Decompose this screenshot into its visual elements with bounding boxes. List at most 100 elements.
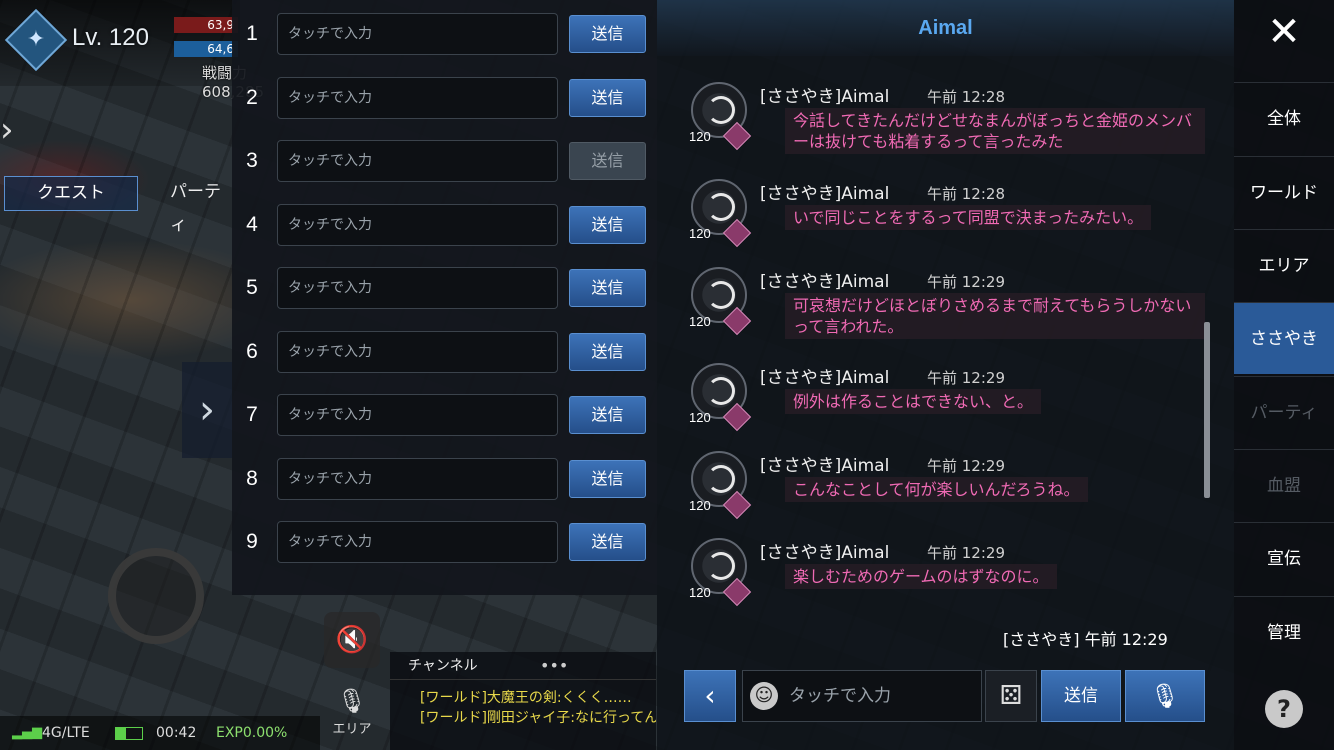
channel-whisper[interactable]: ささやき bbox=[1234, 302, 1334, 374]
message-time: 午前 12:29 bbox=[927, 544, 1005, 562]
message-text: 可哀想だけどほとぼりさめるまで耐えてもらうしかないって言われた。 bbox=[785, 293, 1205, 339]
signal-icon: ▂▄▆ bbox=[12, 725, 42, 740]
macro-row: 8 タッチで入力 送信 bbox=[232, 458, 657, 500]
mini-chat-header: チャンネル bbox=[390, 652, 656, 680]
message-time: 午前 12:28 bbox=[927, 185, 1005, 203]
microphone-icon: 🎙 bbox=[336, 687, 368, 715]
class-emblem-icon bbox=[707, 96, 735, 124]
macro-input[interactable]: タッチで入力 bbox=[277, 394, 558, 436]
macro-row: 6 タッチで入力 送信 bbox=[232, 331, 657, 373]
mini-chat-menu[interactable]: ••• bbox=[540, 652, 568, 680]
mini-chat[interactable]: チャンネル ••• [ワールド]大魔王の剣:くくく…… [ワールド]剛田ジャイ子… bbox=[390, 652, 656, 750]
hp-value: 63,9 bbox=[207, 18, 234, 32]
macro-send-button[interactable]: 送信 bbox=[569, 206, 646, 244]
class-emblem-icon bbox=[707, 281, 735, 309]
clock: 00:42 bbox=[156, 725, 197, 741]
sender-name[interactable]: [ささやき]Aimal bbox=[760, 363, 889, 388]
help-icon[interactable]: ? bbox=[1265, 690, 1303, 728]
message-time: 午前 12:29 bbox=[927, 369, 1005, 387]
area-mic-label: エリア bbox=[332, 722, 372, 737]
hp-bar: 63,9 bbox=[174, 17, 238, 33]
macro-number: 7 bbox=[246, 403, 258, 426]
macro-number: 9 bbox=[246, 530, 258, 553]
chat-macro-panel: 1 タッチで入力 送信 2 タッチで入力 送信 3 タッチで入力 送信 4 タッ… bbox=[232, 0, 657, 595]
macro-send-button[interactable]: 送信 bbox=[569, 142, 646, 180]
macro-send-button[interactable]: 送信 bbox=[569, 333, 646, 371]
sender-name[interactable]: [ささやき]Aimal bbox=[760, 538, 889, 563]
battery-icon bbox=[115, 727, 143, 740]
mp-bar: 64,6 bbox=[174, 41, 238, 57]
macro-send-button[interactable]: 送信 bbox=[569, 15, 646, 53]
avatar-level: 120 bbox=[689, 410, 711, 425]
dice-icon[interactable]: ⚄ bbox=[985, 670, 1037, 722]
class-emblem-icon bbox=[707, 465, 735, 493]
message-time: 午前 12:29 bbox=[927, 273, 1005, 291]
player-level: Lv. 120 bbox=[72, 24, 149, 51]
back-button[interactable]: ‹ bbox=[684, 670, 736, 722]
tab-party[interactable]: パーティ bbox=[170, 176, 232, 235]
macro-send-button[interactable]: 送信 bbox=[569, 396, 646, 434]
macro-number: 2 bbox=[246, 86, 258, 109]
chat-message: 120 [ささやき]Aimal 午前 12:29 可哀想だけどほとぼりさめるまで… bbox=[687, 267, 1207, 347]
avatar-level: 120 bbox=[689, 129, 711, 144]
macro-input[interactable]: タッチで入力 bbox=[277, 331, 558, 373]
chat-message: 120 [ささやき]Aimal 午前 12:28 今話してきたんだけどせなまんが… bbox=[687, 82, 1207, 162]
player-status: ✦ Lv. 120 63,9 64,6 戦闘力 608,285 bbox=[0, 0, 264, 101]
sender-name[interactable]: [ささやき]Aimal bbox=[760, 82, 889, 107]
channel-area[interactable]: エリア bbox=[1234, 229, 1334, 301]
macro-input[interactable]: タッチで入力 bbox=[277, 13, 558, 55]
channel-party[interactable]: パーティ bbox=[1234, 376, 1334, 448]
chat-scrollbar[interactable] bbox=[1204, 322, 1210, 498]
send-button[interactable]: 送信 bbox=[1041, 670, 1121, 722]
channel-all[interactable]: 全体 bbox=[1234, 82, 1334, 154]
sender-name[interactable]: [ささやき]Aimal bbox=[760, 267, 889, 292]
guild-emblem-icon[interactable]: ✦ bbox=[4, 8, 68, 72]
avatar-level: 120 bbox=[689, 226, 711, 241]
message-text: 今話してきたんだけどせなまんがぼっちと金姫のメンバーは抜けても粘着するって言った… bbox=[785, 108, 1205, 154]
macro-input[interactable]: タッチで入力 bbox=[277, 267, 558, 309]
mute-icon[interactable]: 🔇 bbox=[324, 612, 380, 668]
channel-clan[interactable]: 血盟 bbox=[1234, 449, 1334, 521]
whisper-chat-window: Aimal 120 [ささやき]Aimal 午前 12:28 今話してきたんだけ… bbox=[657, 0, 1234, 750]
virtual-joystick[interactable] bbox=[108, 548, 204, 644]
chevron-right-icon[interactable]: › bbox=[0, 108, 28, 152]
message-time: 午前 12:29 bbox=[927, 457, 1005, 475]
macro-row: 1 タッチで入力 送信 bbox=[232, 13, 657, 55]
sender-name[interactable]: [ささやき]Aimal bbox=[760, 179, 889, 204]
message-text: 例外は作ることはできない、と。 bbox=[785, 389, 1042, 414]
area-mic-button[interactable]: 🎙 エリア bbox=[322, 684, 382, 744]
class-emblem-icon bbox=[707, 552, 735, 580]
macro-row: 7 タッチで入力 送信 bbox=[232, 394, 657, 436]
microphone-icon[interactable]: 🎙 bbox=[1125, 670, 1205, 722]
macro-input[interactable]: タッチで入力 bbox=[277, 204, 558, 246]
channel-menu: ✕ 全体 ワールド エリア ささやき パーティ 血盟 宣伝 管理 ? bbox=[1234, 0, 1334, 750]
macro-input[interactable]: タッチで入力 bbox=[277, 140, 558, 182]
channel-promo[interactable]: 宣伝 bbox=[1234, 522, 1334, 594]
close-icon[interactable]: ✕ bbox=[1234, 0, 1334, 64]
chat-title: Aimal bbox=[657, 0, 1234, 56]
mp-value: 64,6 bbox=[207, 42, 234, 56]
mini-chat-line: [ワールド]剛田ジャイ子:なに行ってんの bbox=[420, 710, 656, 726]
tab-quest[interactable]: クエスト bbox=[4, 176, 138, 211]
avatar-level: 120 bbox=[689, 498, 711, 513]
expand-panel-button[interactable]: › bbox=[182, 362, 232, 458]
chat-message: 120 [ささやき]Aimal 午前 12:29 楽しむためのゲームのはずなのに… bbox=[687, 538, 1207, 618]
message-text: こんなことして何が楽しいんだろうね。 bbox=[785, 477, 1088, 502]
exp-percent: EXP0.00% bbox=[216, 725, 288, 741]
macro-input[interactable]: タッチで入力 bbox=[277, 521, 558, 563]
macro-send-button[interactable]: 送信 bbox=[569, 269, 646, 307]
channel-world[interactable]: ワールド bbox=[1234, 156, 1334, 228]
macro-row: 2 タッチで入力 送信 bbox=[232, 77, 657, 119]
macro-row: 9 タッチで入力 送信 bbox=[232, 521, 657, 563]
macro-send-button[interactable]: 送信 bbox=[569, 79, 646, 117]
class-emblem-icon bbox=[707, 377, 735, 405]
chat-message-input[interactable]: タッチで入力 bbox=[742, 670, 982, 722]
emoji-icon[interactable]: ☺ bbox=[750, 682, 778, 710]
macro-send-button[interactable]: 送信 bbox=[569, 523, 646, 561]
macro-input[interactable]: タッチで入力 bbox=[277, 77, 558, 119]
macro-send-button[interactable]: 送信 bbox=[569, 460, 646, 498]
device-status-bar: ▂▄▆ 4G/LTE 00:42 EXP0.00% bbox=[0, 716, 320, 750]
sender-name[interactable]: [ささやき]Aimal bbox=[760, 451, 889, 476]
channel-admin[interactable]: 管理 bbox=[1234, 596, 1334, 668]
macro-input[interactable]: タッチで入力 bbox=[277, 458, 558, 500]
